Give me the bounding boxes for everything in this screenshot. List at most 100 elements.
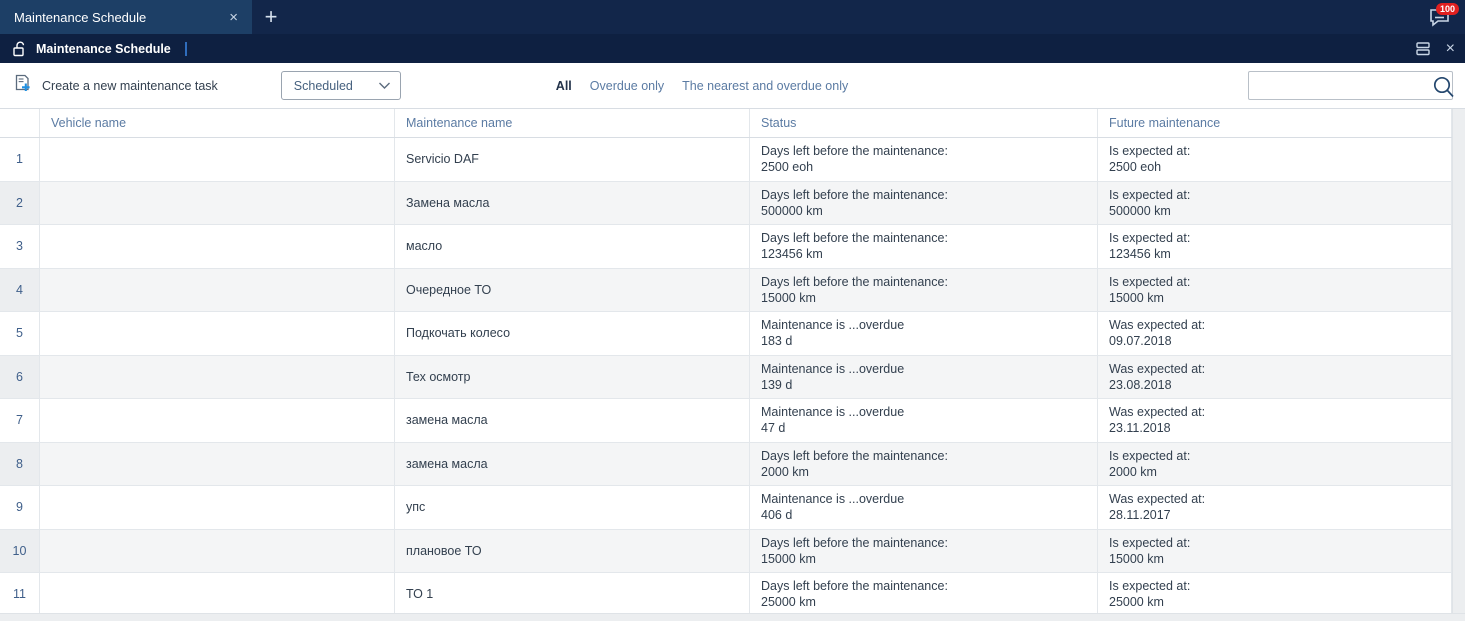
status-value: 47 d (761, 421, 786, 436)
cell-vehicle-name (40, 138, 395, 181)
tab-close-icon[interactable]: × (225, 10, 242, 25)
tab-maintenance-schedule[interactable]: Maintenance Schedule × (0, 0, 252, 34)
messages-icon[interactable]: 100 (1427, 3, 1459, 31)
cell-future-maintenance: Is expected at: 123456 km (1098, 225, 1452, 268)
row-index: 9 (0, 486, 40, 529)
table-row[interactable]: 5 Подкочать колесо Maintenance is ...overd… (0, 312, 1452, 356)
future-value: 23.11.2018 (1109, 421, 1171, 436)
table-row[interactable]: 3 масло Days left before the maintenance: 1… (0, 225, 1452, 269)
table-row[interactable]: 8 замена масла Days left before the mainte… (0, 442, 1452, 486)
table-row[interactable]: 1 Servicio DAF Days left before the mainte… (0, 138, 1452, 182)
cell-vehicle-name (40, 442, 395, 485)
cell-future-maintenance: Is expected at: 2500 eoh (1098, 138, 1452, 181)
status-value: 15000 km (761, 551, 816, 566)
table-header-row: Vehicle name Maintenance name Status Fut… (0, 109, 1452, 138)
future-value: 25000 km (1109, 595, 1164, 610)
future-label: Is expected at: (1109, 448, 1191, 463)
cell-maintenance-name: Подкочать колесо (395, 312, 750, 355)
filter-tab-all[interactable]: All (556, 79, 572, 93)
split-view-icon[interactable] (1414, 41, 1432, 57)
table-row[interactable]: 6 Тех осмотр Maintenance is ...overdue 139 … (0, 355, 1452, 399)
future-value: 500000 km (1109, 203, 1171, 218)
grid: Vehicle name Maintenance name Status Fut… (0, 109, 1452, 621)
future-value: 2500 eoh (1109, 160, 1162, 175)
cell-vehicle-name (40, 486, 395, 529)
column-header-vehicle-name[interactable]: Vehicle name (40, 109, 395, 137)
future-label: Is expected at: (1109, 231, 1191, 246)
new-document-plus-glyph (15, 74, 30, 91)
status-value: 183 d (761, 334, 793, 349)
create-maintenance-task-button[interactable]: Create a new maintenance task (14, 74, 218, 98)
cell-status: Maintenance is ...overdue 139 d (750, 355, 1098, 398)
toolbar: Create a new maintenance task Scheduled … (0, 63, 1465, 109)
status-value: 406 d (761, 508, 793, 523)
new-tab-icon[interactable]: + (252, 0, 290, 34)
future-label: Was expected at: (1109, 318, 1206, 333)
column-header-index (0, 109, 40, 137)
table-row[interactable]: 11 ТО 1 Days left before the maintenance: 2… (0, 573, 1452, 617)
status-label: Days left before the maintenance: (761, 231, 948, 246)
schedule-filter-select[interactable]: Scheduled (280, 71, 401, 100)
status-label: Days left before the maintenance: (761, 274, 948, 289)
cell-vehicle-name (40, 529, 395, 572)
unlocked-padlock-icon[interactable] (12, 40, 32, 57)
cell-status: Maintenance is ...overdue 406 d (750, 486, 1098, 529)
search-icon[interactable] (1429, 72, 1459, 107)
breadcrumb-bar: Maintenance Schedule × (0, 34, 1465, 63)
cell-maintenance-name: масло (395, 225, 750, 268)
column-header-maintenance-name[interactable]: Maintenance name (395, 109, 750, 137)
cell-maintenance-name: Servicio DAF (395, 138, 750, 181)
vertical-scrollbar[interactable] (1452, 109, 1465, 621)
search-box[interactable] (1248, 71, 1454, 100)
future-label: Was expected at: (1109, 361, 1206, 376)
status-label: Maintenance is ...overdue (761, 318, 905, 333)
status-value: 2000 km (761, 464, 809, 479)
table-row[interactable]: 7 замена масла Maintenance is ...overdue 47… (0, 399, 1452, 443)
cell-status: Days left before the maintenance: 500000 … (750, 181, 1098, 224)
column-header-future-maintenance[interactable]: Future maintenance (1098, 109, 1452, 137)
cell-future-maintenance: Was expected at: 23.08.2018 (1098, 355, 1452, 398)
future-label: Is expected at: (1109, 274, 1191, 289)
filter-tab-nearest-and-overdue-only[interactable]: The nearest and overdue only (682, 79, 848, 93)
future-value: 2000 km (1109, 464, 1157, 479)
status-label: Maintenance is ...overdue (761, 361, 905, 376)
new-document-plus-icon (14, 74, 33, 98)
row-index: 8 (0, 442, 40, 485)
chevron-down-icon (378, 77, 391, 95)
future-label: Was expected at: (1109, 492, 1206, 507)
future-value: 15000 km (1109, 551, 1164, 566)
cell-vehicle-name (40, 312, 395, 355)
future-label: Was expected at: (1109, 405, 1206, 420)
create-task-label: Create a new maintenance task (42, 78, 218, 93)
table-row[interactable]: 2 Замена масла Days left before the mainte… (0, 181, 1452, 225)
status-label: Maintenance is ...overdue (761, 405, 905, 420)
browser-tab-bar: Maintenance Schedule × + 100 (0, 0, 1465, 34)
cell-future-maintenance: Is expected at: 25000 km (1098, 573, 1452, 616)
future-label: Is expected at: (1109, 187, 1191, 202)
cell-maintenance-name: упс (395, 486, 750, 529)
horizontal-scrollbar[interactable] (0, 613, 1465, 621)
column-header-status[interactable]: Status (750, 109, 1098, 137)
future-value: 15000 km (1109, 290, 1164, 305)
cell-maintenance-name: ТО 1 (395, 573, 750, 616)
breadcrumb-title: Maintenance Schedule (36, 41, 171, 56)
row-index: 2 (0, 181, 40, 224)
padlock-open-glyph (13, 40, 25, 56)
filter-tabs: All Overdue only The nearest and overdue… (556, 79, 848, 93)
cell-status: Days left before the maintenance: 25000 k… (750, 573, 1098, 616)
table-row[interactable]: 9 упс Maintenance is ...overdue 406 d Was ex… (0, 486, 1452, 530)
panel-close-icon[interactable]: × (1446, 40, 1457, 57)
row-index: 6 (0, 355, 40, 398)
cell-future-maintenance: Is expected at: 15000 km (1098, 529, 1452, 572)
breadcrumb-cursor (184, 41, 187, 56)
filter-tab-overdue-only[interactable]: Overdue only (590, 79, 664, 93)
future-value: 09.07.2018 (1109, 334, 1172, 349)
cell-status: Maintenance is ...overdue 47 d (750, 399, 1098, 442)
schedule-filter-value: Scheduled (293, 78, 353, 93)
table-row[interactable]: 10 плановое ТО Days left before the mainte… (0, 529, 1452, 573)
search-input[interactable] (1249, 78, 1452, 93)
status-value: 500000 km (761, 203, 823, 218)
future-label: Is expected at: (1109, 535, 1191, 550)
cell-future-maintenance: Is expected at: 500000 km (1098, 181, 1452, 224)
table-row[interactable]: 4 Очередное ТО Days left before the mainte… (0, 268, 1452, 312)
